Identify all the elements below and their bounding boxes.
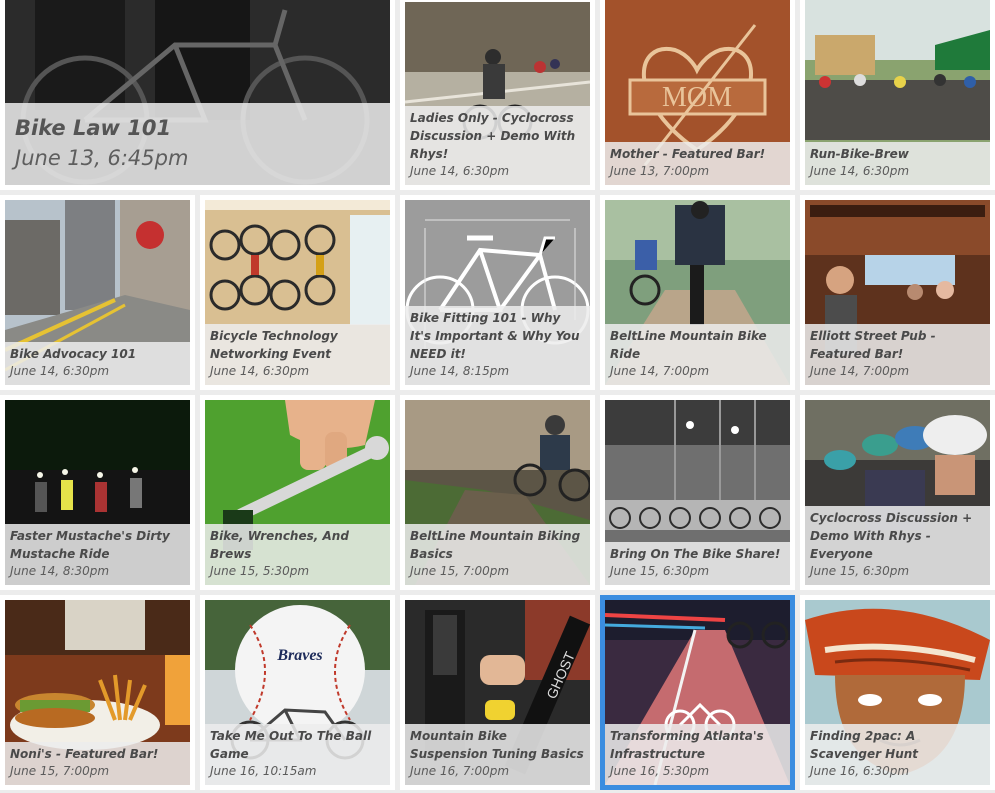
event-card[interactable]: BeltLine Mountain Bike Ride June 14, 7:0… xyxy=(600,195,795,390)
event-date: June 15, 6:30pm xyxy=(610,564,710,578)
event-date: June 14, 7:00pm xyxy=(810,364,910,378)
event-date: June 15, 6:30pm xyxy=(810,564,910,578)
event-title: Bike Advocacy 101 xyxy=(10,347,137,361)
event-date: June 16, 5:30pm xyxy=(610,764,710,778)
event-caption: Bring On The Bike Share! June 15, 6:30pm xyxy=(605,542,790,585)
event-card-selected[interactable]: Transforming Atlanta's Infrastructure Ju… xyxy=(600,595,795,790)
event-caption: Faster Mustache's Dirty Mustache Ride Ju… xyxy=(5,524,190,585)
event-card[interactable]: Noni's - Featured Bar! June 15, 7:00pm xyxy=(0,595,195,790)
event-card[interactable]: BeltLine Mountain Biking Basics June 15,… xyxy=(400,395,595,590)
event-card[interactable]: Ladies Only - Cyclocross Discussion + De… xyxy=(400,0,595,190)
event-date: June 14, 6:30pm xyxy=(10,364,110,378)
event-caption: Mother - Featured Bar! June 13, 7:00pm xyxy=(605,142,790,185)
event-date: June 14, 7:00pm xyxy=(610,364,710,378)
event-title: Elliott Street Pub - Featured Bar! xyxy=(810,329,936,361)
event-date: June 16, 7:00pm xyxy=(410,764,510,778)
event-title: BeltLine Mountain Bike Ride xyxy=(610,329,767,361)
event-caption: Bike, Wrenches, And Brews June 15, 5:30p… xyxy=(205,524,390,585)
event-card[interactable]: Elliott Street Pub - Featured Bar! June … xyxy=(800,195,995,390)
event-card[interactable]: Bike, Wrenches, And Brews June 15, 5:30p… xyxy=(200,395,395,590)
event-title: Bike, Wrenches, And Brews xyxy=(210,529,349,561)
event-title: Cyclocross Discussion + Demo With Rhys -… xyxy=(810,511,973,561)
event-title: Finding 2pac: A Scavenger Hunt xyxy=(810,729,919,761)
event-caption: Finding 2pac: A Scavenger Hunt June 16, … xyxy=(805,724,990,785)
events-grid: Bike Law 101 June 13, 6:45pm Ladies Only… xyxy=(0,0,995,793)
event-title: BeltLine Mountain Biking Basics xyxy=(410,529,581,561)
event-date: June 15, 7:00pm xyxy=(10,764,110,778)
event-title: Bike Law 101 xyxy=(15,116,172,140)
event-card[interactable]: Cyclocross Discussion + Demo With Rhys -… xyxy=(800,395,995,590)
event-card[interactable]: Finding 2pac: A Scavenger Hunt June 16, … xyxy=(800,595,995,790)
event-title: Mountain Bike Suspension Tuning Basics xyxy=(410,729,584,761)
event-caption: Bike Advocacy 101 June 14, 6:30pm xyxy=(5,342,190,385)
event-caption: Cyclocross Discussion + Demo With Rhys -… xyxy=(805,506,990,585)
event-card[interactable]: Braves Take Me Out To The Ball Game June… xyxy=(200,595,395,790)
event-caption: Ladies Only - Cyclocross Discussion + De… xyxy=(405,106,590,185)
event-title: Bring On The Bike Share! xyxy=(610,547,781,561)
event-caption: BeltLine Mountain Bike Ride June 14, 7:0… xyxy=(605,324,790,385)
event-title: Take Me Out To The Ball Game xyxy=(210,729,372,761)
event-title: Transforming Atlanta's Infrastructure xyxy=(610,729,764,761)
event-title: Bike Fitting 101 - Why It's Important & … xyxy=(410,311,580,361)
event-caption: Run-Bike-Brew June 14, 6:30pm xyxy=(805,142,990,185)
event-date: June 15, 5:30pm xyxy=(210,564,310,578)
event-date: June 14, 6:30pm xyxy=(410,164,510,178)
event-card[interactable]: Bike Fitting 101 - Why It's Important & … xyxy=(400,195,595,390)
event-title: Mother - Featured Bar! xyxy=(610,147,766,161)
event-title: Run-Bike-Brew xyxy=(810,147,909,161)
event-caption: BeltLine Mountain Biking Basics June 15,… xyxy=(405,524,590,585)
event-card[interactable]: MOM Mother - Featured Bar! June 13, 7:00… xyxy=(600,0,795,190)
event-card[interactable]: Bring On The Bike Share! June 15, 6:30pm xyxy=(600,395,795,590)
event-card[interactable]: Run-Bike-Brew June 14, 6:30pm xyxy=(800,0,995,190)
event-title: Noni's - Featured Bar! xyxy=(10,747,159,761)
svg-text:Braves: Braves xyxy=(276,647,322,664)
event-date: June 14, 8:30pm xyxy=(10,564,110,578)
event-date: June 14, 6:30pm xyxy=(810,164,910,178)
event-card[interactable]: GHOST Mountain Bike Suspension Tuning Ba… xyxy=(400,595,595,790)
event-caption: Elliott Street Pub - Featured Bar! June … xyxy=(805,324,990,385)
event-card[interactable]: Faster Mustache's Dirty Mustache Ride Ju… xyxy=(0,395,195,590)
event-caption: Transforming Atlanta's Infrastructure Ju… xyxy=(605,724,790,785)
event-caption: Bicycle Technology Networking Event June… xyxy=(205,324,390,385)
event-caption: Bike Law 101 June 13, 6:45pm xyxy=(5,103,390,185)
event-caption: Mountain Bike Suspension Tuning Basics J… xyxy=(405,724,590,785)
event-date: June 13, 6:45pm xyxy=(15,146,189,170)
event-date: June 16, 10:15am xyxy=(210,764,317,778)
event-caption: Noni's - Featured Bar! June 15, 7:00pm xyxy=(5,742,190,785)
event-date: June 16, 6:30pm xyxy=(810,764,910,778)
event-title: Ladies Only - Cyclocross Discussion + De… xyxy=(410,111,576,161)
event-date: June 14, 8:15pm xyxy=(410,364,510,378)
event-date: June 15, 7:00pm xyxy=(410,564,510,578)
event-title: Faster Mustache's Dirty Mustache Ride xyxy=(10,529,170,561)
event-date: June 13, 7:00pm xyxy=(610,164,710,178)
event-title: Bicycle Technology Networking Event xyxy=(210,329,338,361)
event-caption: Bike Fitting 101 - Why It's Important & … xyxy=(405,306,590,385)
event-date: June 14, 6:30pm xyxy=(210,364,310,378)
event-card[interactable]: Bike Law 101 June 13, 6:45pm xyxy=(0,0,395,190)
event-card[interactable]: Bike Advocacy 101 June 14, 6:30pm xyxy=(0,195,195,390)
event-caption: Take Me Out To The Ball Game June 16, 10… xyxy=(205,724,390,785)
event-card[interactable]: Bicycle Technology Networking Event June… xyxy=(200,195,395,390)
